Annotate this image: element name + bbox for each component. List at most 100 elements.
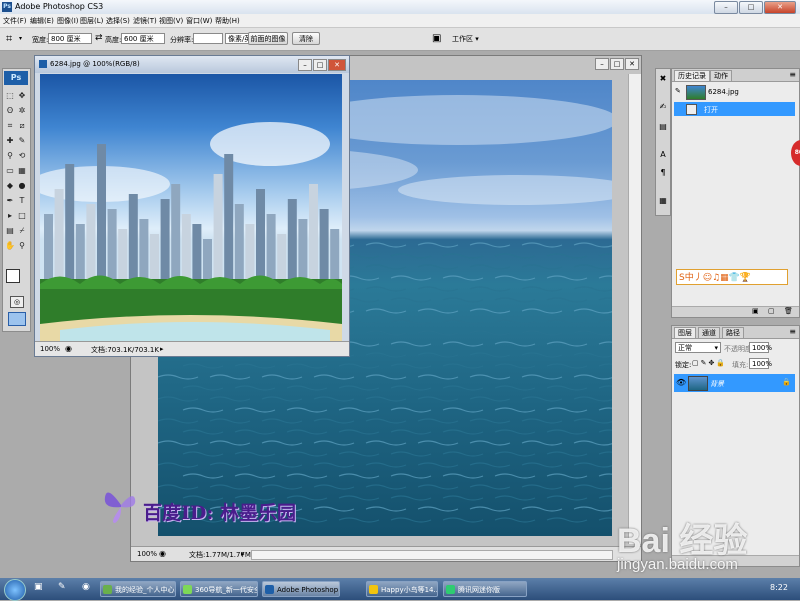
quicklaunch-icon[interactable]: ▣ (34, 582, 43, 592)
status-menu-icon[interactable]: ◉ (65, 344, 72, 353)
menu-edit[interactable]: 编辑(E) (30, 16, 54, 26)
quicklaunch-icon[interactable]: ✎ (58, 582, 66, 592)
quicklaunch-icon[interactable]: ◉ (82, 582, 90, 592)
minimize-button[interactable]: – (714, 1, 738, 14)
tab-history[interactable]: 历史记录 (674, 70, 710, 81)
history-brush-source-icon[interactable]: ✎ (675, 87, 681, 95)
new-document-icon[interactable]: ▣ (752, 307, 759, 315)
menu-filter[interactable]: 滤镜(T) (133, 16, 157, 26)
eye-icon[interactable]: 👁 (676, 378, 686, 387)
character-icon[interactable]: A (658, 149, 668, 161)
menu-window[interactable]: 窗口(W) (186, 16, 212, 26)
height-field[interactable]: 600 厘米 (121, 33, 165, 44)
vertical-scrollbar[interactable] (628, 74, 641, 544)
ime-toolbar[interactable]: S中丿☺♫▦👕🏆 (676, 269, 788, 285)
foreground-color-swatch[interactable] (6, 269, 20, 283)
front-image-button[interactable]: 前面的图像 (248, 32, 288, 45)
close-button[interactable]: ✕ (764, 1, 796, 14)
gradient-icon[interactable]: ▦ (17, 166, 27, 176)
history-snapshot-row[interactable]: ✎ 6284.jpg (674, 84, 795, 100)
task-photoshop[interactable]: Adobe Photoshop ... (262, 581, 340, 597)
horizontal-scrollbar[interactable] (251, 550, 613, 560)
menu-layer[interactable]: 图层(L) (80, 16, 103, 26)
width-field[interactable]: 800 厘米 (48, 33, 92, 44)
status-menu-icon[interactable]: ◉ (159, 549, 166, 558)
task-happy[interactable]: Happy小鸟等14... (366, 581, 438, 597)
eyedropper-icon[interactable]: ⌿ (17, 226, 27, 236)
shape-icon[interactable]: □ (17, 211, 27, 221)
zoom-level[interactable]: 100% (137, 550, 157, 558)
task-label: Happy小鸟等14... (381, 586, 438, 594)
doc-small-maximize-button[interactable]: □ (313, 59, 327, 71)
tab-actions[interactable]: 动作 (710, 70, 732, 81)
task-jingyan[interactable]: 我的经验_个人中心... (100, 581, 176, 597)
status-arrow-icon[interactable]: ▸ (241, 550, 245, 558)
doc-maximize-button[interactable]: □ (610, 58, 624, 70)
quick-mask-icon[interactable]: ◎ (10, 296, 24, 308)
bridge-icon[interactable]: ▣ (432, 33, 441, 44)
paragraph-icon[interactable]: ¶ (658, 167, 668, 179)
eraser-icon[interactable]: ▭ (5, 166, 15, 176)
lasso-icon[interactable]: ʘ (5, 106, 15, 116)
path-select-icon[interactable]: ▸ (5, 211, 15, 221)
type-icon[interactable]: T (17, 196, 27, 206)
start-button[interactable] (4, 579, 26, 601)
doc-small-titlebar[interactable]: 6284.jpg @ 100%(RGB/8) – □ ✕ (35, 56, 349, 73)
status-arrow-icon[interactable]: ▸ (160, 345, 164, 353)
trash-icon[interactable]: 🗑 (784, 307, 793, 315)
menu-image[interactable]: 图像(I) (57, 16, 79, 26)
marquee-icon[interactable]: ⬚ (5, 91, 15, 101)
slice-icon[interactable]: ⧄ (17, 121, 27, 131)
tool-presets-icon[interactable]: ▦ (658, 195, 668, 207)
new-snapshot-icon[interactable]: ▢ (768, 307, 775, 315)
workspace-menu[interactable]: 工作区 ▾ (452, 34, 479, 44)
stamp-icon[interactable]: ⚲ (5, 151, 15, 161)
lock-icons[interactable]: ▢✎✥🔒 (692, 359, 727, 367)
menu-file[interactable]: 文件(F) (3, 16, 27, 26)
dodge-icon[interactable]: ● (17, 181, 27, 191)
zoom-icon[interactable]: ⚲ (17, 241, 27, 251)
resolution-field[interactable] (193, 33, 223, 44)
swap-icon[interactable]: ⇄ (95, 33, 103, 43)
clone-source-icon[interactable]: ▤ (658, 121, 668, 133)
menu-select[interactable]: 选择(S) (106, 16, 130, 26)
history-brush-icon[interactable]: ⟲ (17, 151, 27, 161)
tab-layers[interactable]: 图层 (674, 327, 696, 338)
screen-mode-icon[interactable] (8, 312, 26, 326)
doc-minimize-button[interactable]: – (595, 58, 609, 70)
doc-small-close-button[interactable]: ✕ (328, 59, 346, 71)
notes-icon[interactable]: ▤ (5, 226, 15, 236)
brush-preset-icon[interactable]: ✍ (658, 101, 668, 113)
panel-menu-icon[interactable]: ≡ (789, 327, 796, 336)
doc-small-zoom[interactable]: 100% (40, 345, 60, 353)
doc-small-minimize-button[interactable]: – (298, 59, 312, 71)
layer-row-background[interactable]: 👁 背景 🔒 (674, 374, 795, 392)
history-state-open[interactable]: 打开 (674, 102, 795, 116)
blur-icon[interactable]: ◆ (5, 181, 15, 191)
pen-icon[interactable]: ✒ (5, 196, 15, 206)
panel-menu-icon[interactable]: ≡ (789, 70, 796, 79)
maximize-button[interactable]: □ (739, 1, 763, 14)
tab-paths[interactable]: 路径 (722, 327, 744, 338)
task-qq[interactable]: 腾讯网迷你版 (443, 581, 527, 597)
clear-button[interactable]: 清除 (292, 32, 320, 45)
canvas-city-image[interactable] (40, 74, 342, 341)
healing-icon[interactable]: ✚ (5, 136, 15, 146)
doc-close-button[interactable]: ✕ (625, 58, 639, 70)
opacity-field[interactable]: 100% (749, 342, 772, 353)
tab-channels[interactable]: 通道 (698, 327, 720, 338)
tool-preset-arrow-icon[interactable]: ▾ (19, 35, 22, 42)
navigator-icon[interactable]: ✖ (658, 73, 668, 85)
magic-wand-icon[interactable]: ✲ (17, 106, 27, 116)
fill-field[interactable]: 100% (749, 358, 772, 369)
menu-help[interactable]: 帮助(H) (215, 16, 240, 26)
crop-tool-icon[interactable]: ⌗ (6, 32, 12, 46)
blend-mode-select[interactable]: 正常 ▾ (675, 342, 721, 353)
task-360[interactable]: 360导航_新一代安全... (180, 581, 258, 597)
hand-icon[interactable]: ✋ (5, 241, 15, 251)
move-icon[interactable]: ✥ (17, 91, 27, 101)
menu-view[interactable]: 视图(V) (159, 16, 183, 26)
brush-icon[interactable]: ✎ (17, 136, 27, 146)
crop-icon[interactable]: ⌗ (5, 121, 15, 131)
clock[interactable]: 8:22 (770, 583, 788, 592)
